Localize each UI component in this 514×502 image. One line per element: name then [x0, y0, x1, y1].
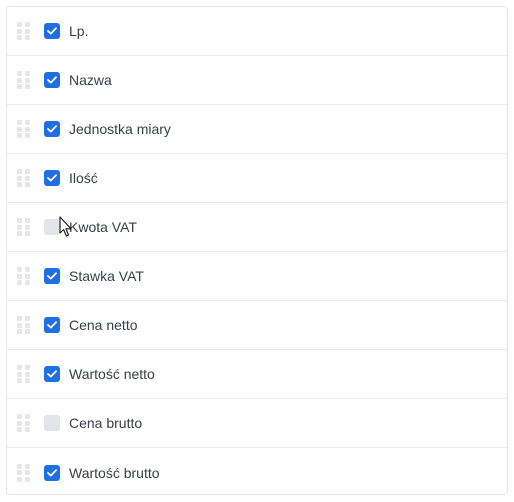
item-label: Ilość [69, 170, 98, 186]
item-label: Cena brutto [69, 415, 143, 431]
list-item: Lp. [7, 7, 507, 56]
drag-handle-icon[interactable] [17, 218, 31, 236]
drag-handle-icon[interactable] [17, 463, 31, 482]
drag-handle-icon[interactable] [17, 365, 31, 383]
checkbox[interactable] [44, 415, 60, 431]
column-visibility-list: Lp. Nazwa Jednostka miary Ilość Kwota VA… [6, 6, 508, 495]
checkbox[interactable] [44, 219, 60, 235]
check-icon [47, 272, 57, 280]
check-icon [47, 321, 57, 329]
check-icon [47, 76, 57, 84]
drag-handle-icon[interactable] [17, 316, 31, 334]
check-icon [47, 370, 57, 378]
drag-handle-icon[interactable] [17, 22, 31, 40]
item-label: Nazwa [69, 72, 112, 88]
list-item: Nazwa [7, 56, 507, 105]
drag-handle-icon[interactable] [17, 169, 31, 187]
checkbox[interactable] [44, 464, 60, 481]
item-label: Kwota VAT [69, 219, 137, 235]
list-item: Kwota VAT [7, 203, 507, 252]
checkbox[interactable] [44, 121, 60, 137]
list-item: Stawka VAT [7, 252, 507, 301]
checkbox[interactable] [44, 170, 60, 186]
list-item: Cena netto [7, 301, 507, 350]
item-label: Jednostka miary [69, 121, 171, 137]
item-label: Wartość brutto [69, 464, 160, 481]
check-icon [47, 27, 57, 35]
list-item: Jednostka miary [7, 105, 507, 154]
checkbox[interactable] [44, 317, 60, 333]
checkbox[interactable] [44, 23, 60, 39]
list-item: Wartość brutto [7, 448, 507, 494]
item-label: Lp. [69, 23, 89, 39]
item-label: Wartość netto [69, 366, 155, 382]
drag-handle-icon[interactable] [17, 414, 31, 432]
check-icon [47, 468, 57, 476]
drag-handle-icon[interactable] [17, 267, 31, 285]
check-icon [47, 174, 57, 182]
drag-handle-icon[interactable] [17, 120, 31, 138]
drag-handle-icon[interactable] [17, 71, 31, 89]
list-item: Cena brutto [7, 399, 507, 448]
list-item: Wartość netto [7, 350, 507, 399]
checkbox[interactable] [44, 268, 60, 284]
item-label: Stawka VAT [69, 268, 144, 284]
checkbox[interactable] [44, 366, 60, 382]
item-label: Cena netto [69, 317, 138, 333]
checkbox[interactable] [44, 72, 60, 88]
list-item: Ilość [7, 154, 507, 203]
check-icon [47, 125, 57, 133]
